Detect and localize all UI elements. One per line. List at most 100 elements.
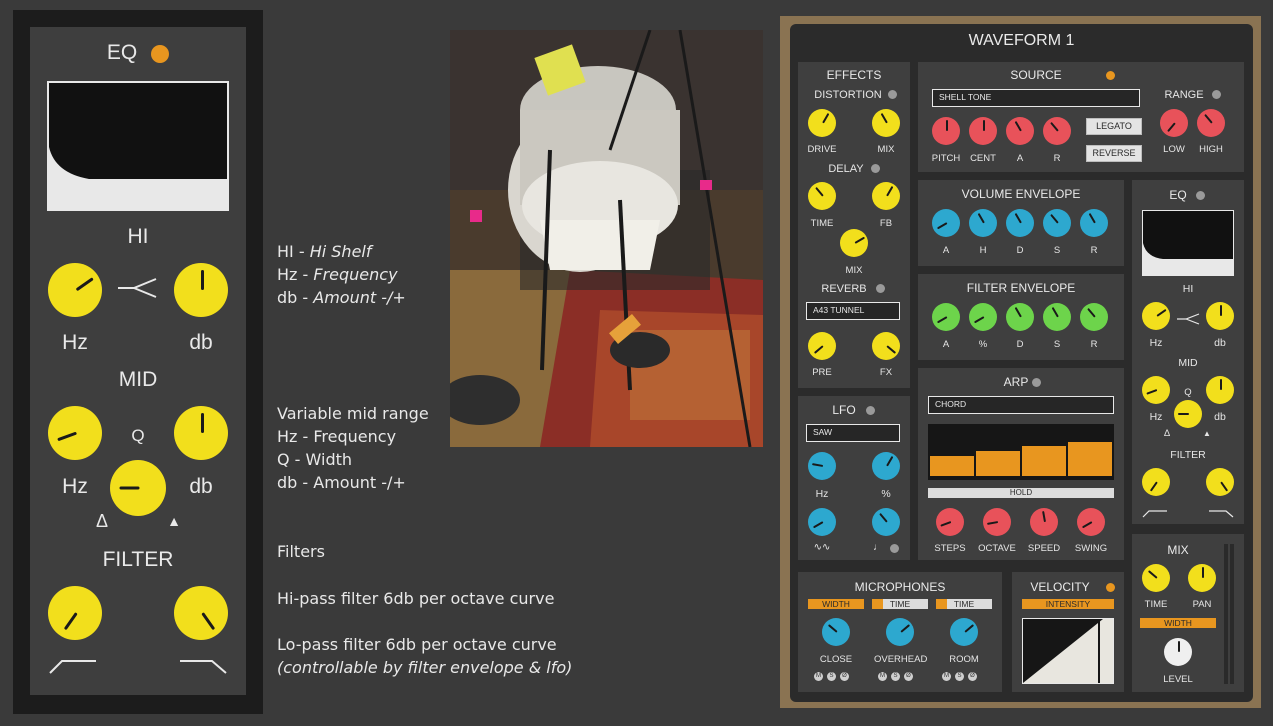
arp-led[interactable]	[1032, 378, 1041, 387]
distortion-mix-knob[interactable]	[872, 109, 900, 137]
mic-overhead-time-bar[interactable]: TIME	[872, 599, 928, 609]
plugin-eq-hipass-icon	[1142, 503, 1168, 522]
lfo-hz-knob[interactable]	[808, 452, 836, 480]
hi-db-knob[interactable]	[174, 263, 228, 317]
delay-mix-knob[interactable]	[840, 229, 868, 257]
range-low-knob[interactable]	[1160, 109, 1188, 137]
mic-overhead-solo[interactable]: S	[891, 672, 900, 681]
pitch-knob[interactable]	[932, 117, 960, 145]
source-attack-knob[interactable]	[1006, 117, 1034, 145]
velocity-led[interactable]	[1106, 583, 1115, 592]
mix-pan-knob[interactable]	[1188, 564, 1216, 592]
plugin-eq-hi-db-knob[interactable]	[1206, 302, 1234, 330]
plugin-eq-mid-db-knob[interactable]	[1206, 376, 1234, 404]
fenv-amount-knob[interactable]	[969, 303, 997, 331]
plugin-eq-hi-hz-knob[interactable]	[1142, 302, 1170, 330]
arp-steps-knob[interactable]	[936, 508, 964, 536]
plugin-eq-led[interactable]	[1196, 191, 1205, 200]
mic-overhead-phase[interactable]: Ø	[904, 672, 913, 681]
fenv-release-knob[interactable]	[1080, 303, 1108, 331]
mic-close-width-bar[interactable]: WIDTH	[808, 599, 864, 609]
fenv-sustain-knob[interactable]	[1043, 303, 1071, 331]
fenv-attack-knob[interactable]	[932, 303, 960, 331]
lopass-knob[interactable]	[174, 586, 228, 640]
fenv-decay-knob[interactable]	[1006, 303, 1034, 331]
mic-room-knob[interactable]	[950, 618, 978, 646]
mix-time-knob[interactable]	[1142, 564, 1170, 592]
vol-sustain-knob[interactable]	[1043, 209, 1071, 237]
lfo-wave-field[interactable]: SAW	[806, 424, 900, 442]
mic-room-time-bar[interactable]: TIME	[936, 599, 992, 609]
arp-step-bar[interactable]	[1022, 446, 1066, 476]
delay-led[interactable]	[871, 164, 880, 173]
plugin-eq-hipass-knob[interactable]	[1142, 468, 1170, 496]
mid-q-knob[interactable]	[110, 460, 166, 516]
mic-close-mute[interactable]: M	[814, 672, 823, 681]
vol-release-knob[interactable]	[1080, 209, 1108, 237]
lfo-rate-knob[interactable]	[872, 508, 900, 536]
mic-close-knob[interactable]	[822, 618, 850, 646]
hipass-knob[interactable]	[48, 586, 102, 640]
delay-time-knob[interactable]	[808, 182, 836, 210]
reverb-preset-field[interactable]: A43 TUNNEL	[806, 302, 900, 320]
velocity-curve-display[interactable]	[1022, 618, 1114, 684]
arp-hold-bar[interactable]: HOLD	[928, 488, 1114, 498]
mid-hz-knob[interactable]	[48, 406, 102, 460]
range-high-knob[interactable]	[1197, 109, 1225, 137]
arp-steps-bars[interactable]	[928, 424, 1114, 480]
hi-hz-knob[interactable]	[48, 263, 102, 317]
source-r-label: R	[1053, 153, 1061, 164]
arp-mode-field[interactable]: CHORD	[928, 396, 1114, 414]
lfo-sync-led[interactable]	[890, 544, 899, 553]
mic-room-solo[interactable]: S	[955, 672, 964, 681]
delay-fb-knob[interactable]	[872, 182, 900, 210]
plugin-eq-q-narrow-icon: ▲	[1203, 429, 1211, 438]
mix-time-label: TIME	[1144, 599, 1168, 610]
reverb-fx-knob[interactable]	[872, 332, 900, 360]
reverb-pre-knob[interactable]	[808, 332, 836, 360]
eq-enable-led[interactable]	[151, 45, 169, 63]
distortion-led[interactable]	[888, 90, 897, 99]
lfo-shape-knob[interactable]	[808, 508, 836, 536]
source-preset-field[interactable]: SHELL TONE	[932, 89, 1140, 107]
mic-room-phase[interactable]: Ø	[968, 672, 977, 681]
hipass-icon	[48, 655, 98, 679]
mic-overhead-mute[interactable]: M	[878, 672, 887, 681]
reverb-led[interactable]	[876, 284, 885, 293]
plugin-eq-mid-hz-knob[interactable]	[1142, 376, 1170, 404]
mic-room-mute[interactable]: M	[942, 672, 951, 681]
source-release-knob[interactable]	[1043, 117, 1071, 145]
vol-attack-knob[interactable]	[932, 209, 960, 237]
legato-button[interactable]: LEGATO	[1086, 118, 1142, 135]
hi-shelf-icon	[116, 277, 158, 303]
source-led[interactable]	[1106, 71, 1115, 80]
range-led[interactable]	[1212, 90, 1221, 99]
cent-knob[interactable]	[969, 117, 997, 145]
mic-close-phase[interactable]: Ø	[840, 672, 849, 681]
plugin-eq-lopass-knob[interactable]	[1206, 468, 1234, 496]
arp-step-bar[interactable]	[930, 456, 974, 476]
fenv-pct-label: %	[978, 339, 988, 350]
reverse-button[interactable]: REVERSE	[1086, 145, 1142, 162]
mic-close-solo[interactable]: S	[827, 672, 836, 681]
note-mid-width: Q - Width	[277, 450, 353, 469]
lfo-amount-knob[interactable]	[872, 452, 900, 480]
mix-level-knob[interactable]	[1164, 638, 1192, 666]
plugin-eq-section: EQ HI Hz db MID Q Hz db Δ ▲ FILTER	[1132, 180, 1244, 524]
arp-speed-knob[interactable]	[1030, 508, 1058, 536]
arp-swing-knob[interactable]	[1077, 508, 1105, 536]
velocity-section: VELOCITY INTENSITY	[1012, 572, 1124, 692]
arp-octave-knob[interactable]	[983, 508, 1011, 536]
mic-overhead-knob[interactable]	[886, 618, 914, 646]
velocity-intensity-bar[interactable]: INTENSITY	[1022, 599, 1114, 609]
mix-width-bar[interactable]: WIDTH	[1140, 618, 1216, 628]
arp-step-bar[interactable]	[1068, 442, 1112, 476]
mid-db-knob[interactable]	[174, 406, 228, 460]
arp-step-bar[interactable]	[976, 451, 1020, 476]
vol-decay-knob[interactable]	[1006, 209, 1034, 237]
filter-label: FILTER	[102, 548, 174, 571]
lfo-led[interactable]	[866, 406, 875, 415]
plugin-eq-q-knob[interactable]	[1174, 400, 1202, 428]
drive-knob[interactable]	[808, 109, 836, 137]
vol-hold-knob[interactable]	[969, 209, 997, 237]
